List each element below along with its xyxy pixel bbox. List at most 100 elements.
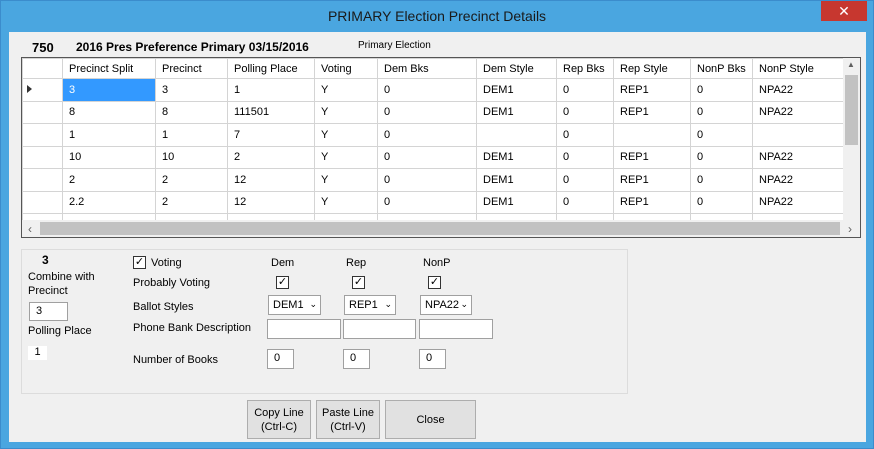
table-cell[interactable]: NPA22 <box>752 168 844 192</box>
dem-style-select[interactable]: DEM1 ⌄ <box>268 295 321 315</box>
table-cell[interactable]: 2.2 <box>62 190 156 214</box>
nonp-books-input[interactable]: 0 <box>419 349 446 369</box>
column-header[interactable]: NonP Style <box>752 58 844 79</box>
table-cell[interactable]: 0 <box>377 145 477 169</box>
dem-books-input[interactable]: 0 <box>267 349 294 369</box>
column-header[interactable]: NonP Bks <box>690 58 753 79</box>
row-header[interactable] <box>22 145 63 169</box>
column-header[interactable]: Rep Bks <box>556 58 614 79</box>
table-cell[interactable]: DEM1 <box>476 100 557 124</box>
table-cell[interactable]: 0 <box>377 100 477 124</box>
table-cell[interactable]: 0 <box>556 168 614 192</box>
table-cell[interactable]: REP1 <box>613 190 691 214</box>
horizontal-scrollbar[interactable]: ‹ › <box>22 220 860 237</box>
table-cell[interactable]: 2 <box>155 190 228 214</box>
row-header[interactable] <box>22 78 63 102</box>
rep-books-input[interactable]: 0 <box>343 349 370 369</box>
table-cell[interactable]: REP1 <box>613 145 691 169</box>
table-cell[interactable]: 8 <box>155 100 228 124</box>
voting-checkbox[interactable]: ✓ <box>133 256 146 269</box>
row-header[interactable] <box>22 100 63 124</box>
table-cell[interactable]: 0 <box>690 190 753 214</box>
table-cell[interactable]: 0 <box>556 145 614 169</box>
table-cell[interactable]: Y <box>314 168 378 192</box>
table-cell[interactable]: 10 <box>62 145 156 169</box>
table-cell[interactable]: 1 <box>62 123 156 147</box>
table-cell[interactable]: 0 <box>556 123 614 147</box>
column-header[interactable]: Polling Place <box>227 58 315 79</box>
table-cell[interactable]: DEM1 <box>476 168 557 192</box>
column-header[interactable]: Voting <box>314 58 378 79</box>
column-header[interactable]: Precinct <box>155 58 228 79</box>
table-cell[interactable]: 0 <box>377 78 477 102</box>
table-row[interactable]: 117Y000 <box>22 123 844 147</box>
close-button[interactable]: Close <box>385 400 476 439</box>
rep-probably-checkbox[interactable]: ✓ <box>352 276 365 289</box>
precinct-grid[interactable]: Precinct Split Precinct Polling Place Vo… <box>21 57 861 238</box>
table-cell[interactable]: NPA22 <box>752 145 844 169</box>
column-header[interactable]: Rep Style <box>613 58 691 79</box>
table-cell[interactable]: 12 <box>227 168 315 192</box>
table-cell[interactable]: 0 <box>690 123 753 147</box>
table-cell[interactable]: 12 <box>227 190 315 214</box>
table-cell[interactable]: 10 <box>155 145 228 169</box>
table-cell[interactable]: DEM1 <box>476 145 557 169</box>
table-cell[interactable]: 0 <box>690 100 753 124</box>
table-cell[interactable]: Y <box>314 78 378 102</box>
table-cell[interactable]: 7 <box>227 123 315 147</box>
table-cell[interactable]: 111501 <box>227 100 315 124</box>
table-cell[interactable]: Y <box>314 190 378 214</box>
rep-style-select[interactable]: REP1 ⌄ <box>344 295 396 315</box>
copy-line-button[interactable]: Copy Line (Ctrl-C) <box>247 400 311 439</box>
nonp-probably-checkbox[interactable]: ✓ <box>428 276 441 289</box>
table-cell[interactable] <box>613 123 691 147</box>
table-row[interactable]: 3 3 1 Y 0 DEM1 0 REP1 0 NPA22 <box>22 78 844 102</box>
scroll-right-icon[interactable]: › <box>848 222 852 236</box>
table-cell[interactable]: 0 <box>556 78 614 102</box>
table-cell[interactable]: Y <box>314 145 378 169</box>
row-header[interactable] <box>22 168 63 192</box>
table-cell[interactable]: 2 <box>62 168 156 192</box>
table-cell[interactable]: 0 <box>556 190 614 214</box>
table-cell[interactable]: NPA22 <box>752 78 844 102</box>
table-cell[interactable]: REP1 <box>613 168 691 192</box>
table-cell[interactable]: 0 <box>377 190 477 214</box>
nonp-phone-input[interactable] <box>419 319 493 339</box>
scroll-left-icon[interactable]: ‹ <box>28 222 32 236</box>
dem-phone-input[interactable] <box>267 319 341 339</box>
scroll-up-icon[interactable]: ▲ <box>847 60 855 69</box>
nonp-style-select[interactable]: NPA22 ⌄ <box>420 295 472 315</box>
rep-phone-input[interactable] <box>343 319 416 339</box>
combine-precinct-input[interactable]: 3 <box>29 302 68 321</box>
table-row[interactable]: 2.2 2 12 Y 0 DEM1 0 REP1 0 NPA22 <box>22 190 844 214</box>
row-header[interactable] <box>22 190 63 214</box>
table-cell[interactable]: 0 <box>377 123 477 147</box>
table-row[interactable]: 10 10 2 Y 0 DEM1 0 REP1 0 NPA22 <box>22 145 844 169</box>
table-cell[interactable]: 0 <box>377 168 477 192</box>
table-cell[interactable]: 0 <box>556 100 614 124</box>
table-cell[interactable]: NPA22 <box>752 100 844 124</box>
dem-probably-checkbox[interactable]: ✓ <box>276 276 289 289</box>
vertical-scrollbar[interactable]: ▲ <box>843 58 860 221</box>
table-cell[interactable]: 1 <box>155 123 228 147</box>
window-close-button[interactable]: ✕ <box>821 1 867 21</box>
table-cell[interactable]: 3 <box>155 78 228 102</box>
table-cell[interactable]: 0 <box>690 78 753 102</box>
table-row[interactable]: 2 2 12 Y 0 DEM1 0 REP1 0 NPA22 <box>22 168 844 192</box>
row-header[interactable] <box>22 123 63 147</box>
table-cell[interactable]: 2 <box>227 145 315 169</box>
table-cell[interactable]: NPA22 <box>752 190 844 214</box>
table-cell[interactable]: Y <box>314 123 378 147</box>
table-cell[interactable]: REP1 <box>613 78 691 102</box>
vertical-scroll-thumb[interactable] <box>845 75 858 145</box>
table-cell[interactable] <box>752 123 844 147</box>
table-cell[interactable]: DEM1 <box>476 78 557 102</box>
horizontal-scroll-thumb[interactable] <box>40 222 840 235</box>
column-header[interactable]: Precinct Split <box>62 58 156 79</box>
table-cell[interactable]: 3 <box>62 78 156 102</box>
paste-line-button[interactable]: Paste Line (Ctrl-V) <box>316 400 380 439</box>
table-cell[interactable]: REP1 <box>613 100 691 124</box>
column-header[interactable]: Dem Bks <box>377 58 477 79</box>
table-cell[interactable]: Y <box>314 100 378 124</box>
column-header[interactable]: Dem Style <box>476 58 557 79</box>
